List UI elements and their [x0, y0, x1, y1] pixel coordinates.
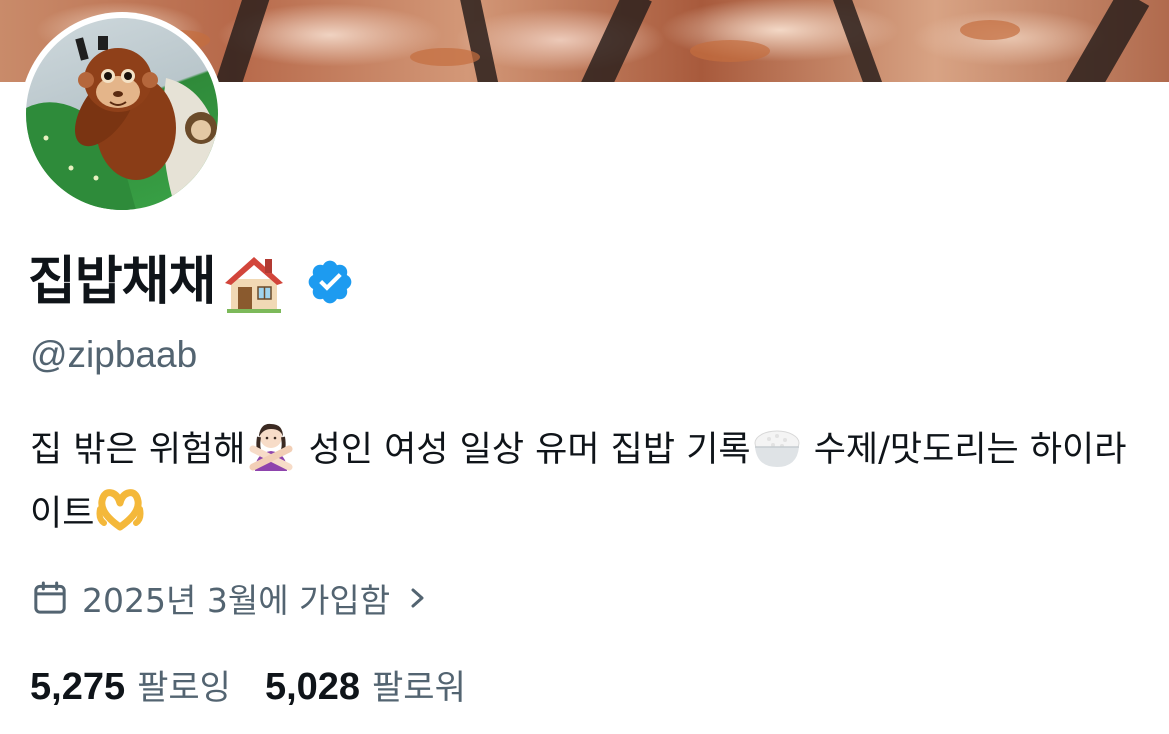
display-name: 집밥채채	[28, 252, 216, 312]
bio-text-2: 성인 여성 일상 유머 집밥 기록	[297, 430, 751, 470]
heart-hands-icon	[94, 483, 146, 535]
monkey-plush-icon	[26, 36, 218, 210]
verified-icon[interactable]	[305, 257, 355, 307]
following-link[interactable]: 5,275 팔로잉	[30, 660, 231, 709]
profile-page: 집밥채채 @zipbaab 집 밖은 위험해 성인 여성 일상 유머 집밥 기록…	[0, 0, 1169, 734]
person-gesturing-no-icon	[245, 419, 297, 471]
follow-stats: 5,275 팔로잉 5,028 팔로워	[30, 658, 500, 710]
rice-bowl-icon	[751, 419, 803, 471]
bio-text-1: 집 밖은 위험해	[30, 430, 246, 470]
followers-link[interactable]: 5,028 팔로워	[265, 660, 466, 709]
avatar[interactable]	[20, 12, 224, 216]
following-count: 5,275	[30, 665, 126, 708]
user-handle: @zipbaab	[30, 334, 198, 375]
profile-bio: 집 밖은 위험해 성인 여성 일상 유머 집밥 기록 수제/맛도리는 하이라이트	[30, 418, 1140, 546]
house-icon	[221, 249, 287, 315]
avatar-image	[26, 18, 218, 210]
following-label: 팔로잉	[137, 667, 231, 708]
calendar-icon	[30, 578, 70, 618]
join-date-row[interactable]: 2025년 3월에 가입함	[30, 574, 430, 622]
join-date-text: 2025년 3월에 가입함	[82, 581, 391, 620]
followers-count: 5,028	[264, 665, 361, 708]
display-name-row: 집밥채채	[28, 242, 355, 322]
chevron-right-icon[interactable]	[406, 583, 430, 613]
followers-label: 팔로워	[372, 667, 466, 708]
